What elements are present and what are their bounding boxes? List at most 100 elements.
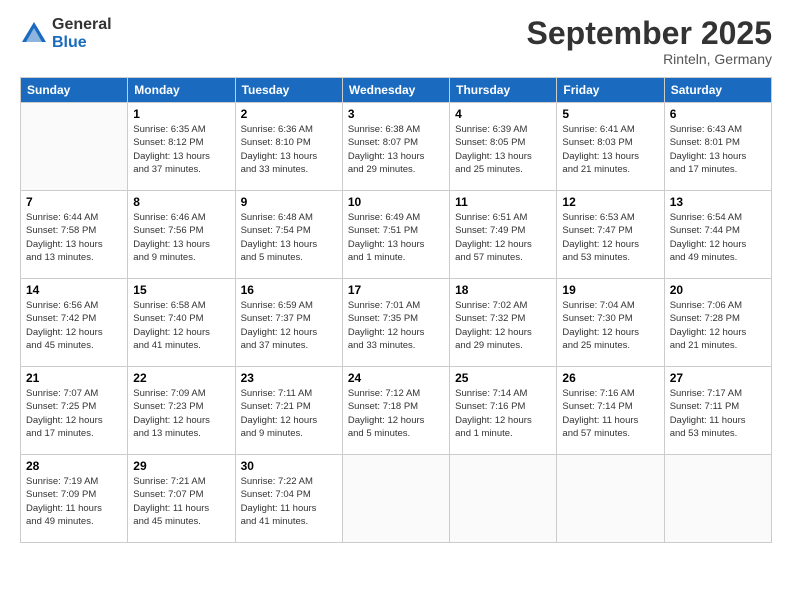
day-number: 20 — [670, 283, 766, 297]
day-number: 5 — [562, 107, 658, 121]
table-row: 22 Sunrise: 7:09 AMSunset: 7:23 PMDayligh… — [128, 367, 235, 455]
day-number: 28 — [26, 459, 122, 473]
page: General Blue September 2025 Rinteln, Ger… — [0, 0, 792, 612]
table-row: 1 Sunrise: 6:35 AMSunset: 8:12 PMDaylight… — [128, 103, 235, 191]
table-row: 3Sunrise: 6:38 AMSunset: 8:07 PMDaylight… — [342, 103, 449, 191]
day-number: 8 — [133, 195, 229, 209]
day-number: 7 — [26, 195, 122, 209]
day-content: Sunrise: 6:36 AMSunset: 8:10 PMDaylight:… — [241, 123, 337, 176]
table-row: 4Sunrise: 6:39 AMSunset: 8:05 PMDaylight… — [450, 103, 557, 191]
calendar-week-row: 1 Sunrise: 6:35 AMSunset: 8:12 PMDaylight… — [21, 103, 772, 191]
logo-icon — [20, 20, 48, 48]
day-content: Sunrise: 7:02 AMSunset: 7:32 PMDaylight:… — [455, 299, 551, 352]
calendar-week-row: 21 Sunrise: 7:07 AMSunset: 7:25 PMDayligh… — [21, 367, 772, 455]
day-number: 21 — [26, 371, 122, 385]
day-number: 13 — [670, 195, 766, 209]
day-number: 26 — [562, 371, 658, 385]
day-number: 9 — [241, 195, 337, 209]
table-row: 15 Sunrise: 6:58 AMSunset: 7:40 PMDayligh… — [128, 279, 235, 367]
day-content: Sunrise: 6:49 AMSunset: 7:51 PMDaylight:… — [348, 211, 444, 264]
day-content: Sunrise: 7:16 AMSunset: 7:14 PMDaylight:… — [562, 387, 658, 440]
day-content: Sunrise: 7:09 AMSunset: 7:23 PMDaylight:… — [133, 387, 229, 440]
table-row: 29Sunrise: 7:21 AMSunset: 7:07 PMDayligh… — [128, 455, 235, 543]
day-content: Sunrise: 7:14 AMSunset: 7:16 PMDaylight:… — [455, 387, 551, 440]
day-content: Sunrise: 7:21 AMSunset: 7:07 PMDaylight:… — [133, 475, 229, 528]
day-number: 17 — [348, 283, 444, 297]
day-number: 11 — [455, 195, 551, 209]
table-row: 26 Sunrise: 7:16 AMSunset: 7:14 PMDayligh… — [557, 367, 664, 455]
day-content: Sunrise: 6:35 AMSunset: 8:12 PMDaylight:… — [133, 123, 229, 176]
day-content: Sunrise: 6:44 AMSunset: 7:58 PMDaylight:… — [26, 211, 122, 264]
col-saturday: Saturday — [664, 78, 771, 103]
day-content: Sunrise: 7:04 AMSunset: 7:30 PMDaylight:… — [562, 299, 658, 352]
table-row: 27Sunrise: 7:17 AMSunset: 7:11 PMDayligh… — [664, 367, 771, 455]
table-row: 6 Sunrise: 6:43 AMSunset: 8:01 PMDaylight… — [664, 103, 771, 191]
day-content: Sunrise: 7:12 AMSunset: 7:18 PMDaylight:… — [348, 387, 444, 440]
col-thursday: Thursday — [450, 78, 557, 103]
calendar-week-row: 28 Sunrise: 7:19 AMSunset: 7:09 PMDayligh… — [21, 455, 772, 543]
table-row — [21, 103, 128, 191]
calendar-header-row: Sunday Monday Tuesday Wednesday Thursday… — [21, 78, 772, 103]
table-row: 23 Sunrise: 7:11 AMSunset: 7:21 PMDayligh… — [235, 367, 342, 455]
table-row: 14 Sunrise: 6:56 AMSunset: 7:42 PMDayligh… — [21, 279, 128, 367]
title-section: September 2025 Rinteln, Germany — [527, 16, 772, 67]
day-number: 23 — [241, 371, 337, 385]
table-row — [557, 455, 664, 543]
calendar-week-row: 7 Sunrise: 6:44 AMSunset: 7:58 PMDaylight… — [21, 191, 772, 279]
table-row: 16Sunrise: 6:59 AMSunset: 7:37 PMDayligh… — [235, 279, 342, 367]
table-row: 13 Sunrise: 6:54 AMSunset: 7:44 PMDayligh… — [664, 191, 771, 279]
day-content: Sunrise: 6:53 AMSunset: 7:47 PMDaylight:… — [562, 211, 658, 264]
calendar-table: Sunday Monday Tuesday Wednesday Thursday… — [20, 77, 772, 543]
day-content: Sunrise: 6:43 AMSunset: 8:01 PMDaylight:… — [670, 123, 766, 176]
table-row — [450, 455, 557, 543]
day-number: 24 — [348, 371, 444, 385]
table-row: 5Sunrise: 6:41 AMSunset: 8:03 PMDaylight… — [557, 103, 664, 191]
day-number: 27 — [670, 371, 766, 385]
day-content: Sunrise: 7:11 AMSunset: 7:21 PMDaylight:… — [241, 387, 337, 440]
table-row: 17 Sunrise: 7:01 AMSunset: 7:35 PMDayligh… — [342, 279, 449, 367]
table-row: 20 Sunrise: 7:06 AMSunset: 7:28 PMDayligh… — [664, 279, 771, 367]
day-number: 22 — [133, 371, 229, 385]
table-row: 24 Sunrise: 7:12 AMSunset: 7:18 PMDayligh… — [342, 367, 449, 455]
table-row: 8Sunrise: 6:46 AMSunset: 7:56 PMDaylight… — [128, 191, 235, 279]
day-number: 15 — [133, 283, 229, 297]
calendar-week-row: 14 Sunrise: 6:56 AMSunset: 7:42 PMDayligh… — [21, 279, 772, 367]
table-row — [664, 455, 771, 543]
day-number: 4 — [455, 107, 551, 121]
table-row: 10 Sunrise: 6:49 AMSunset: 7:51 PMDayligh… — [342, 191, 449, 279]
col-wednesday: Wednesday — [342, 78, 449, 103]
month-title: September 2025 — [527, 16, 772, 51]
logo-general: General — [52, 16, 112, 34]
logo-text: General Blue — [52, 16, 112, 51]
logo: General Blue — [20, 16, 112, 51]
day-content: Sunrise: 6:54 AMSunset: 7:44 PMDaylight:… — [670, 211, 766, 264]
table-row: 19Sunrise: 7:04 AMSunset: 7:30 PMDayligh… — [557, 279, 664, 367]
day-number: 6 — [670, 107, 766, 121]
day-number: 10 — [348, 195, 444, 209]
day-content: Sunrise: 7:07 AMSunset: 7:25 PMDaylight:… — [26, 387, 122, 440]
table-row: 7 Sunrise: 6:44 AMSunset: 7:58 PMDaylight… — [21, 191, 128, 279]
day-number: 1 — [133, 107, 229, 121]
day-number: 12 — [562, 195, 658, 209]
table-row: 2 Sunrise: 6:36 AMSunset: 8:10 PMDaylight… — [235, 103, 342, 191]
day-number: 14 — [26, 283, 122, 297]
col-monday: Monday — [128, 78, 235, 103]
day-content: Sunrise: 7:06 AMSunset: 7:28 PMDaylight:… — [670, 299, 766, 352]
table-row: 11Sunrise: 6:51 AMSunset: 7:49 PMDayligh… — [450, 191, 557, 279]
day-number: 16 — [241, 283, 337, 297]
day-content: Sunrise: 6:48 AMSunset: 7:54 PMDaylight:… — [241, 211, 337, 264]
day-content: Sunrise: 6:58 AMSunset: 7:40 PMDaylight:… — [133, 299, 229, 352]
logo-blue: Blue — [52, 34, 112, 52]
day-content: Sunrise: 7:19 AMSunset: 7:09 PMDaylight:… — [26, 475, 122, 528]
day-content: Sunrise: 7:01 AMSunset: 7:35 PMDaylight:… — [348, 299, 444, 352]
day-number: 30 — [241, 459, 337, 473]
col-tuesday: Tuesday — [235, 78, 342, 103]
day-number: 2 — [241, 107, 337, 121]
location: Rinteln, Germany — [527, 51, 772, 67]
day-content: Sunrise: 7:22 AMSunset: 7:04 PMDaylight:… — [241, 475, 337, 528]
day-number: 18 — [455, 283, 551, 297]
table-row: 30 Sunrise: 7:22 AMSunset: 7:04 PMDayligh… — [235, 455, 342, 543]
table-row: 9 Sunrise: 6:48 AMSunset: 7:54 PMDaylight… — [235, 191, 342, 279]
col-friday: Friday — [557, 78, 664, 103]
day-content: Sunrise: 6:56 AMSunset: 7:42 PMDaylight:… — [26, 299, 122, 352]
